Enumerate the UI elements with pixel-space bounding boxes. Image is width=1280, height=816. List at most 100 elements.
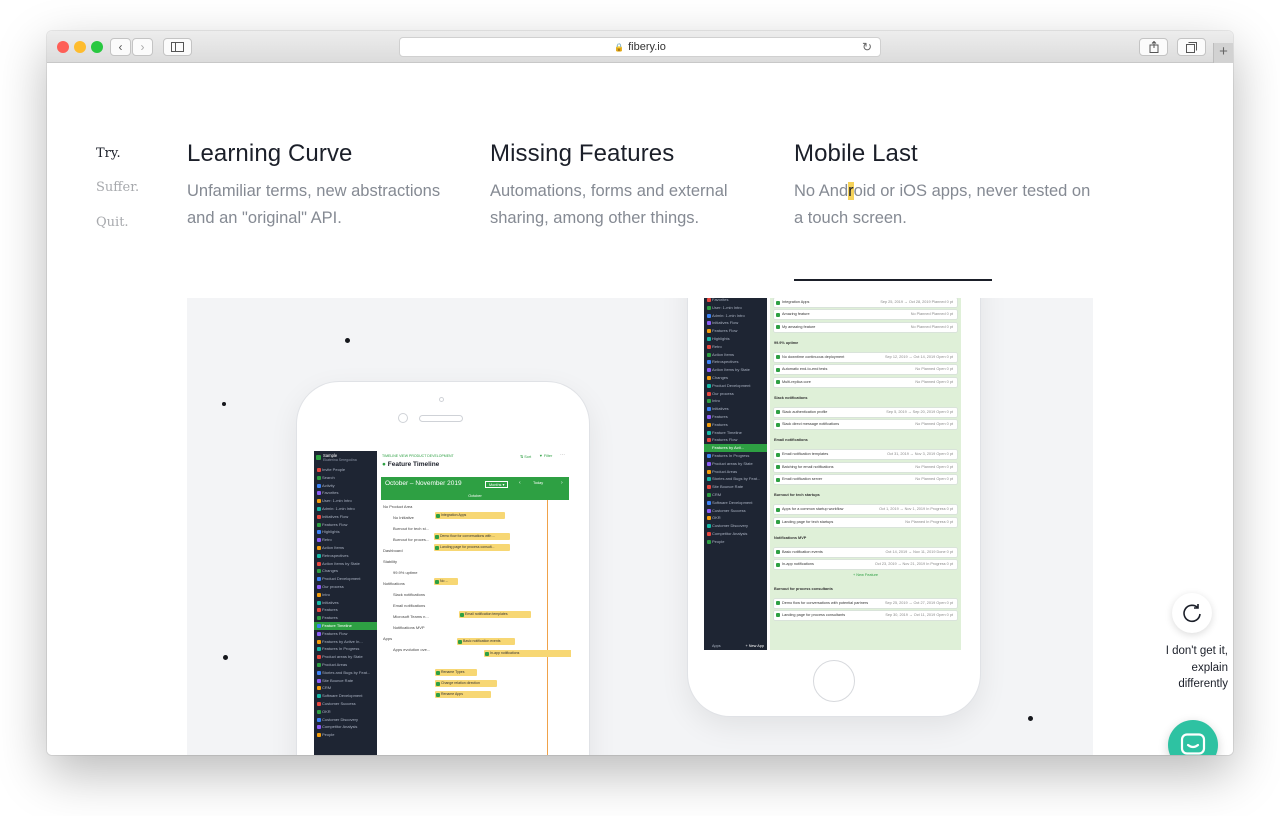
timeline-row[interactable]: Microsoft Teams n...: [393, 614, 429, 619]
forward-button[interactable]: ›: [132, 38, 153, 56]
more-icon[interactable]: ⋯: [560, 452, 565, 458]
timeline-bar[interactable]: Basic notification events: [457, 638, 515, 645]
sidebar-item[interactable]: Stories and Bugs by Feat...: [704, 475, 767, 483]
timeline-row[interactable]: Burnout for proces...: [393, 537, 429, 542]
sidebar-item[interactable]: Customer Discovery: [314, 716, 377, 724]
sidebar-item[interactable]: Initiatives: [704, 405, 767, 413]
sidebar-item[interactable]: Favorites: [314, 489, 377, 497]
sidebar-item[interactable]: Features: [314, 606, 377, 614]
sidebar-item[interactable]: Features by Acti...: [704, 444, 767, 452]
sidebar-item[interactable]: Our process: [704, 390, 767, 398]
sidebar-item[interactable]: Features In Progress: [704, 452, 767, 460]
sidebar-item[interactable]: OKR: [314, 708, 377, 716]
sidebar-item[interactable]: Changes: [314, 567, 377, 575]
sidebar-toggle-button[interactable]: [163, 38, 192, 56]
sidebar-item[interactable]: Admin: 1-min Intro: [314, 505, 377, 513]
sidebar-item[interactable]: Site Bounce Rate: [704, 483, 767, 491]
feature-card[interactable]: No downtime continuous deployment Sep 12,…: [774, 352, 957, 362]
sidebar-item[interactable]: People: [704, 538, 767, 546]
sidebar-item[interactable]: Competitor Analysis: [704, 530, 767, 538]
sidebar-item[interactable]: Our process: [314, 583, 377, 591]
reload-icon[interactable]: ↻: [862, 40, 872, 54]
sidebar-item[interactable]: Product Development: [704, 382, 767, 390]
sidebar-item[interactable]: Features: [704, 413, 767, 421]
sidebar-item[interactable]: Retrospectives: [704, 358, 767, 366]
feature-card[interactable]: Batching for email notifications No Plann…: [774, 462, 957, 472]
sidebar-item[interactable]: Stories and Bugs by Feat...: [314, 669, 377, 677]
timeline-row[interactable]: Notifications MVP: [393, 625, 425, 630]
timeline-row[interactable]: 99.9% uptime: [393, 570, 417, 575]
timeline-row[interactable]: No Initiative: [393, 515, 414, 520]
timeline-group-header[interactable]: Apps: [383, 636, 392, 641]
sidebar-item[interactable]: Feature Timeline: [704, 429, 767, 437]
sidebar-item[interactable]: Customer Success: [704, 507, 767, 515]
timeline-row[interactable]: Apps evolution ove...: [393, 647, 430, 652]
new-feature-button[interactable]: + New Feature: [770, 573, 961, 577]
sidebar-item[interactable]: Customer Success: [314, 700, 377, 708]
sidebar-item[interactable]: Retro: [704, 343, 767, 351]
sidebar-item[interactable]: Initiatives Flow: [314, 513, 377, 521]
timeline-row[interactable]: Email notifications: [393, 603, 425, 608]
tabs-overview-button[interactable]: [1177, 38, 1206, 56]
sidebar-item[interactable]: Features Flow: [314, 521, 377, 529]
nav-item-try[interactable]: Try.: [96, 146, 121, 161]
home-button[interactable]: [813, 660, 855, 702]
feature-card[interactable]: In-app notifications Oct 23, 2019 → Nov 2…: [774, 560, 957, 570]
board-group-header[interactable]: Notifications MVP: [774, 536, 806, 540]
sidebar-item[interactable]: Highlights: [314, 528, 377, 536]
feature-card[interactable]: Amazing feature No Planned Planned 0 pt: [774, 310, 957, 320]
sidebar-item[interactable]: Customer Discovery: [704, 522, 767, 530]
timeline-group-header[interactable]: Stability: [383, 559, 397, 564]
sidebar-item[interactable]: Invite People: [314, 466, 377, 474]
filter-button[interactable]: ▼ Filter: [539, 454, 552, 458]
sidebar-item[interactable]: Product Areas: [314, 661, 377, 669]
timeline-group-header[interactable]: No Product Area: [383, 504, 412, 509]
sidebar-item[interactable]: Features Flow: [314, 630, 377, 638]
board-group-header[interactable]: Burnout for process consultants: [774, 587, 833, 591]
feature-card[interactable]: Apps for a common startup workflow Oct 1,…: [774, 505, 957, 515]
new-app-button[interactable]: + New App: [746, 644, 764, 648]
timeline-group-header[interactable]: Dashboard: [383, 548, 403, 553]
sidebar-item[interactable]: CRM: [314, 684, 377, 692]
feature-card[interactable]: Demo flow for conversations with potenti…: [774, 598, 957, 608]
sidebar-item[interactable]: Changes: [704, 374, 767, 382]
sidebar-item[interactable]: Product areas by State: [704, 460, 767, 468]
timeline-bar[interactable]: No ...: [434, 578, 458, 585]
board-group-header[interactable]: Slack notifications: [774, 396, 808, 400]
sidebar-item[interactable]: Product Development: [314, 575, 377, 583]
zoom-window-button[interactable]: [91, 41, 103, 53]
sidebar-item[interactable]: Intro: [704, 397, 767, 405]
board-group-header[interactable]: Email notifications: [774, 438, 808, 442]
explain-differently-text[interactable]: I don't get it, explain differently: [1150, 643, 1228, 693]
sidebar-item[interactable]: Feature Timeline: [314, 621, 377, 630]
sidebar-item[interactable]: User: 1-min Intro: [314, 497, 377, 505]
sidebar-item[interactable]: Initiatives: [314, 599, 377, 607]
sidebar-item[interactable]: Features Flow: [704, 327, 767, 335]
sidebar-item[interactable]: Product Areas: [704, 468, 767, 476]
next-button[interactable]: ›: [561, 480, 563, 486]
timeline-bar[interactable]: In-app notifications: [484, 650, 571, 657]
sidebar-item[interactable]: Activity: [314, 482, 377, 490]
timeline-bar[interactable]: Rename Types: [435, 669, 477, 676]
nav-item-suffer[interactable]: Suffer.: [96, 180, 139, 195]
new-tab-button[interactable]: +: [1213, 43, 1233, 63]
feature-card[interactable]: Landing page for tech startups No Planned…: [774, 517, 957, 527]
sidebar-item[interactable]: Action Items: [314, 544, 377, 552]
sidebar-item[interactable]: Product areas by State: [314, 653, 377, 661]
timeline-bar[interactable]: Landing page for process consult...: [434, 544, 510, 551]
chat-launcher-button[interactable]: [1168, 720, 1218, 755]
feature-card[interactable]: Slack authentication profile Sep 5, 2019 …: [774, 407, 957, 417]
sidebar-item[interactable]: Retro: [314, 536, 377, 544]
zoom-select[interactable]: Months ▾: [485, 481, 509, 488]
sidebar-item[interactable]: Features: [704, 421, 767, 429]
feature-card[interactable]: Integration Apps Sep 25, 2019 → Oct 28, 2…: [774, 298, 957, 307]
sidebar-item[interactable]: Features by Active In...: [314, 638, 377, 646]
sidebar-item[interactable]: CRM: [704, 491, 767, 499]
sidebar-item[interactable]: Competitor Analysis: [314, 723, 377, 731]
sidebar-item[interactable]: Highlights: [704, 335, 767, 343]
feature-card[interactable]: Slack direct message notifications No Pla…: [774, 420, 957, 430]
sidebar-item[interactable]: User: 1-min Intro: [704, 304, 767, 312]
timeline-group-header[interactable]: Notifications: [383, 581, 405, 586]
timeline-bar[interactable]: Change relation direction: [435, 680, 497, 687]
nav-item-quit[interactable]: Quit.: [96, 215, 129, 230]
